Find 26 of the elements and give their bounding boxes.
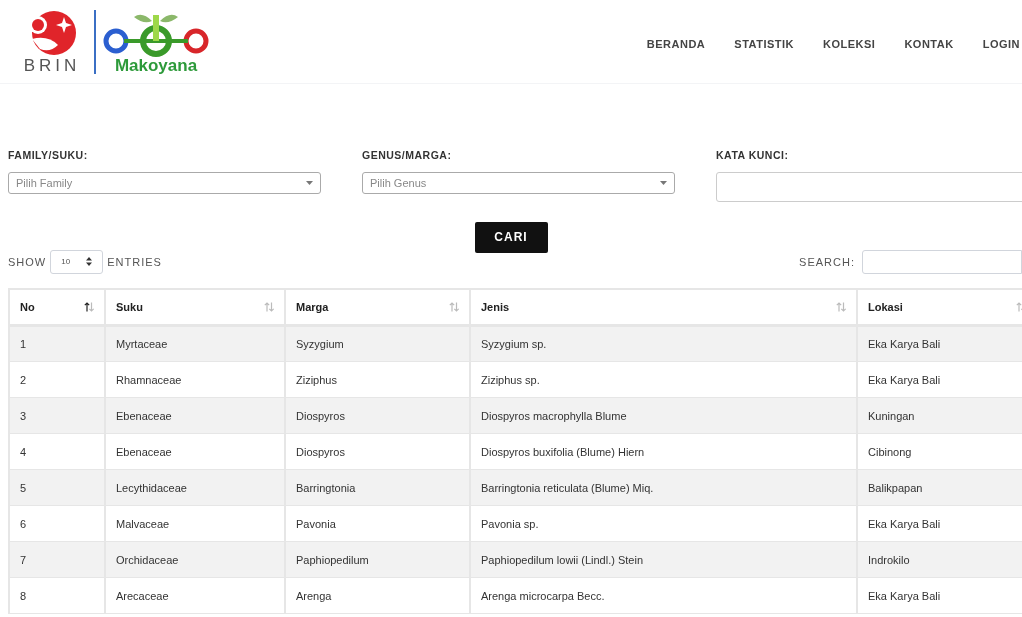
updown-icon (86, 257, 93, 267)
table-cell: Arenga microcarpa Becc. (470, 577, 857, 614)
field-label: FAMILY/SUKU: (8, 148, 89, 163)
nav-link[interactable]: KONTAK (904, 36, 954, 53)
keyword-field[interactable] (716, 171, 1022, 202)
table-cell: Arenga (285, 577, 470, 614)
table-cell: Arecaceae (105, 577, 285, 614)
search-label: SEARCH: (799, 254, 855, 270)
field-label: KATA KUNCI: (716, 148, 790, 163)
search-field[interactable] (862, 249, 1022, 274)
nav-link[interactable]: LOGIN (982, 36, 1020, 53)
dropdown[interactable]: Pilih Family (8, 171, 321, 194)
show-label: SHOW (8, 254, 47, 270)
nav-link[interactable]: KOLEKSI (823, 36, 876, 53)
caret-icon (306, 180, 313, 185)
search-button[interactable]: CARI (474, 221, 548, 253)
entries-label: ENTRIES (107, 254, 162, 270)
nav-link[interactable]: STATISTIK (734, 36, 794, 53)
entries-select[interactable]: 10 (50, 249, 104, 274)
dropdown[interactable]: Pilih Genus (362, 171, 676, 194)
logo-text: BRIN (23, 57, 81, 74)
logo-text: Makoyana (114, 57, 198, 74)
table-cell: 8 (9, 577, 105, 614)
field-label: GENUS/MARGA: (362, 148, 453, 163)
caret-icon (660, 180, 668, 185)
nav-link[interactable]: BERANDA (646, 36, 706, 53)
